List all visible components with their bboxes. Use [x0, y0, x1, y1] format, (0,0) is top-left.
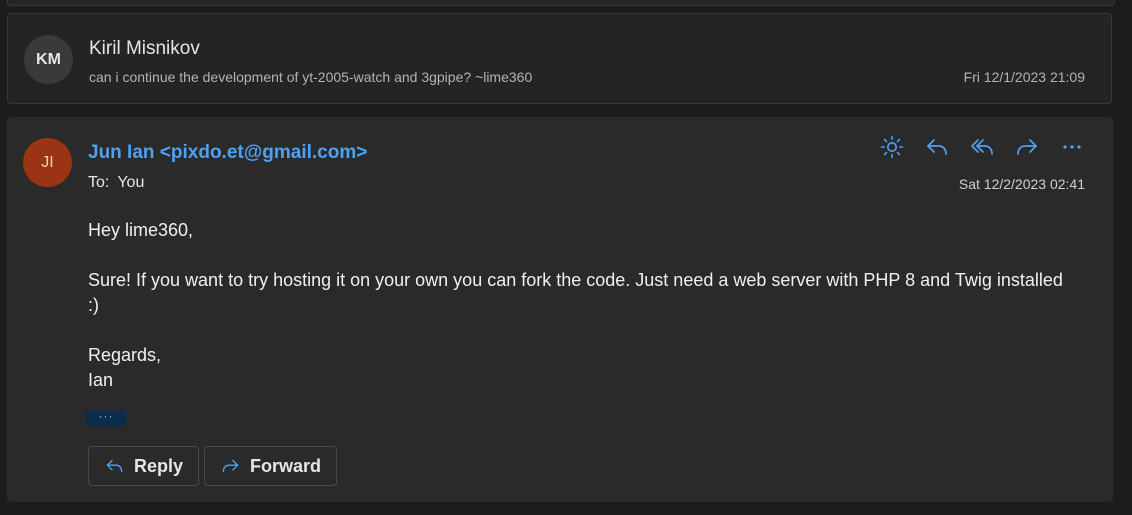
- recipient-name[interactable]: You: [117, 174, 144, 191]
- avatar: KM: [24, 35, 73, 84]
- body-paragraph: Sure! If you want to try hosting it on y…: [88, 270, 1063, 315]
- message-body: Hey lime360, Sure! If you want to try ho…: [88, 218, 1068, 393]
- more-icon[interactable]: [1058, 133, 1085, 160]
- reply-icon: [106, 459, 123, 473]
- forward-button[interactable]: Forward: [204, 446, 337, 486]
- reply-all-icon[interactable]: [968, 133, 995, 160]
- body-greeting: Hey lime360,: [88, 220, 194, 240]
- message-date: Fri 12/1/2023 21:09: [963, 69, 1085, 85]
- expanded-message: JI Jun Ian <pixdo.et@gmail.com> To: You S…: [7, 117, 1113, 502]
- show-quoted-text-button[interactable]: ···: [86, 410, 126, 426]
- reply-button[interactable]: Reply: [88, 446, 199, 486]
- body-signature: Ian: [88, 370, 114, 390]
- body-closing: Regards,: [88, 345, 162, 365]
- previous-message-card-edge: [7, 0, 1115, 6]
- recipient-row: To: You: [88, 174, 144, 192]
- to-label: To:: [88, 174, 110, 191]
- collapsed-message[interactable]: KM Kiril Misnikov can i continue the dev…: [7, 13, 1112, 104]
- avatar: JI: [23, 138, 72, 187]
- sender-name[interactable]: Jun Ian <pixdo.et@gmail.com>: [88, 142, 367, 164]
- sender-name: Kiril Misnikov: [89, 38, 200, 59]
- message-actions: [878, 133, 1085, 160]
- reply-icon[interactable]: [923, 133, 950, 160]
- forward-icon[interactable]: [1013, 133, 1040, 160]
- message-date: Sat 12/2/2023 02:41: [958, 176, 1085, 192]
- forward-icon: [222, 459, 239, 473]
- sun-icon[interactable]: [878, 133, 905, 160]
- body-signoff: Regards, Ian: [88, 343, 1068, 393]
- forward-button-label: Forward: [249, 455, 321, 476]
- reply-button-label: Reply: [133, 455, 183, 476]
- message-preview: can i continue the development of yt-200…: [89, 69, 533, 85]
